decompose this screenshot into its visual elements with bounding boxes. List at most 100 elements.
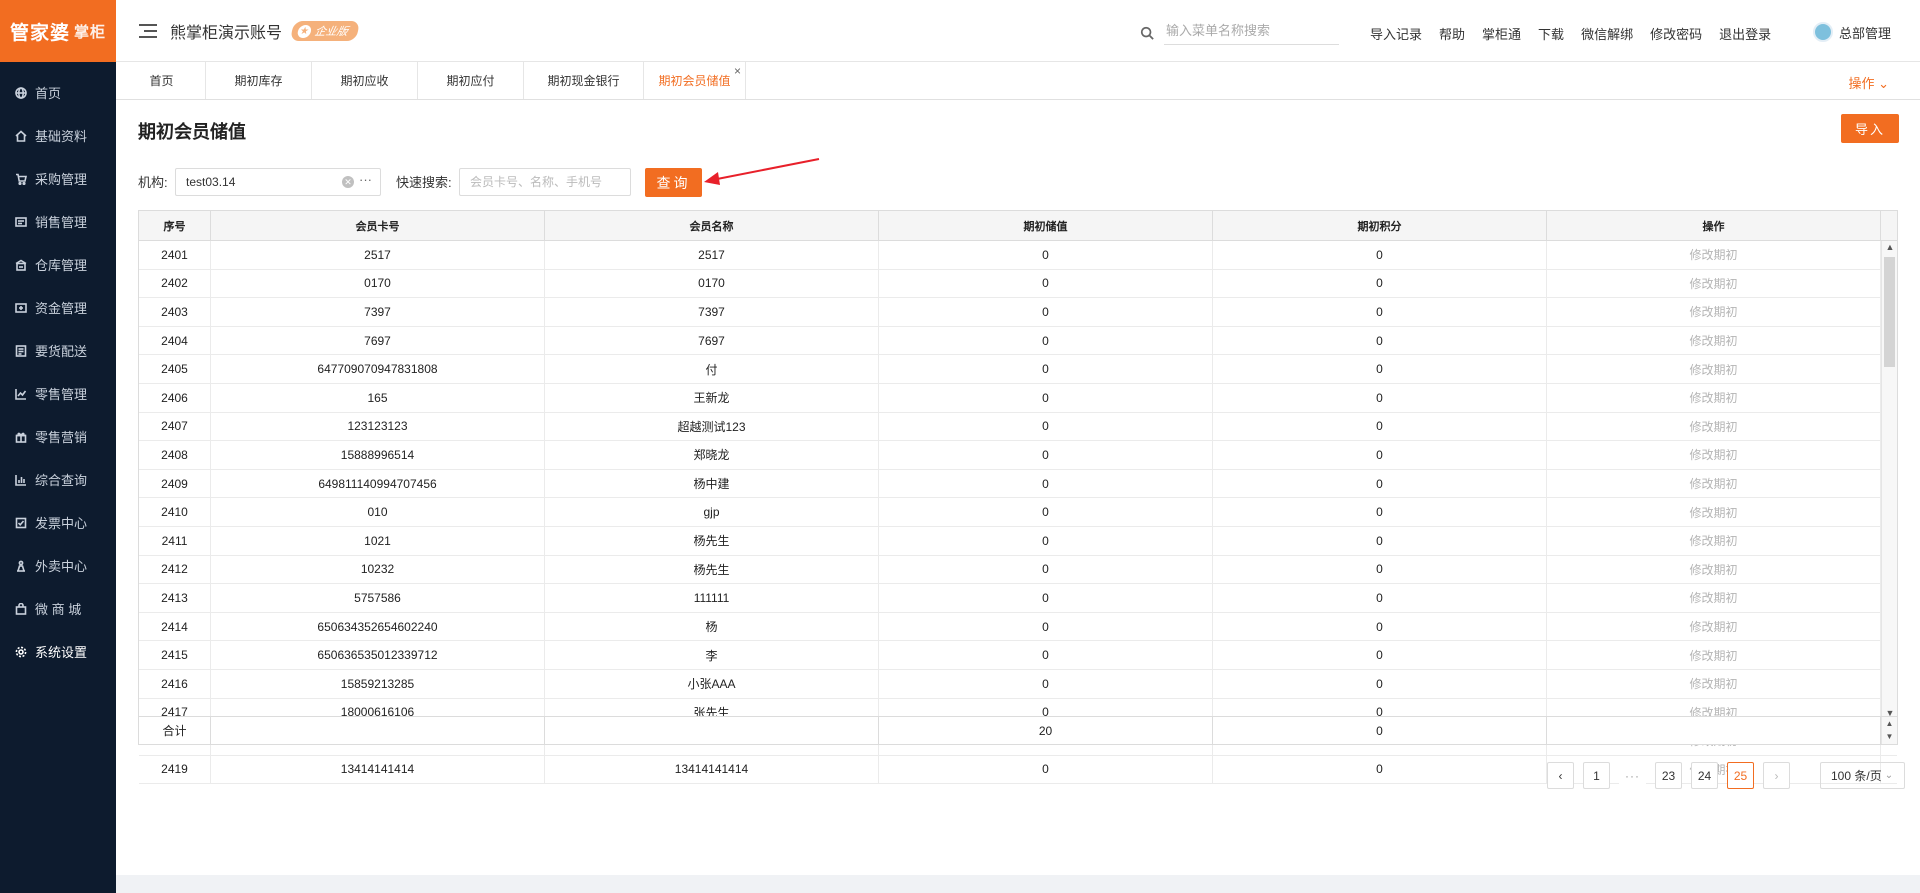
close-icon[interactable]: × xyxy=(734,65,741,77)
edit-opening-link[interactable]: 修改期初 xyxy=(1547,469,1881,498)
cell-index: 2414 xyxy=(139,612,211,641)
sidebar-item-query[interactable]: 综合查询 xyxy=(0,458,116,501)
help-link[interactable]: 帮助 xyxy=(1439,24,1465,43)
zhangguitong-link[interactable]: 掌柜通 xyxy=(1482,24,1521,43)
edit-opening-link[interactable]: 修改期初 xyxy=(1547,355,1881,383)
page-button[interactable]: 1 xyxy=(1583,762,1610,789)
edit-opening-link[interactable]: 修改期初 xyxy=(1547,298,1881,326)
cell-opening-points: 0 xyxy=(1213,441,1547,469)
data-table: 序号 会员卡号 会员名称 期初储值 期初积分 操作 2401 2517 2517 0 0 修改期初 2… xyxy=(138,210,1898,785)
page-size-value: 100 条/页 xyxy=(1831,769,1882,783)
gift-icon xyxy=(15,432,27,443)
logo: 管家婆 掌柜 xyxy=(0,0,116,62)
page-button[interactable]: 25 xyxy=(1727,762,1754,789)
table-row: 2413 5757586 111111 0 0 修改期初 xyxy=(139,584,1897,613)
logout-link[interactable]: 退出登录 xyxy=(1719,24,1771,43)
scroll-up-icon[interactable]: ▲ xyxy=(1882,242,1898,252)
sidebar-item-retail[interactable]: 零售管理 xyxy=(0,372,116,415)
edit-opening-link[interactable]: 修改期初 xyxy=(1547,269,1881,298)
menu-search-input[interactable] xyxy=(1164,21,1339,45)
query-button[interactable]: 查询 xyxy=(645,168,702,197)
wechat-unbind-link[interactable]: 微信解绑 xyxy=(1581,24,1633,43)
cell-card-no: 650634352654602240 xyxy=(211,612,545,641)
edit-opening-link[interactable]: 修改期初 xyxy=(1547,612,1881,641)
edit-opening-link[interactable]: 修改期初 xyxy=(1547,669,1881,698)
tab-label: 期初应收 xyxy=(340,74,389,88)
table-header: 序号 会员卡号 会员名称 期初储值 期初积分 操作 xyxy=(139,211,1897,241)
shop-icon xyxy=(15,602,27,615)
cell-member-name: 付 xyxy=(545,355,879,383)
tab-opening-receivable[interactable]: 期初应收 xyxy=(312,62,418,99)
sidebar-item-purchase[interactable]: 采购管理 xyxy=(0,157,116,200)
org-selector[interactable]: test03.14 ✕ ··· xyxy=(175,168,381,196)
page-button[interactable]: 23 xyxy=(1655,762,1682,789)
scrollbar-thumb[interactable] xyxy=(1884,257,1895,367)
tab-label: 期初现金银行 xyxy=(547,74,620,88)
column-header-card-no: 会员卡号 xyxy=(211,211,545,240)
sidebar-item-warehouse[interactable]: 仓库管理 xyxy=(0,243,116,286)
download-link[interactable]: 下载 xyxy=(1538,24,1564,43)
search-icon xyxy=(1140,26,1154,40)
cell-index: 2419 xyxy=(139,755,211,784)
edit-opening-link[interactable]: 修改期初 xyxy=(1547,526,1881,555)
edit-opening-link[interactable]: 修改期初 xyxy=(1547,584,1881,612)
tab-label: 首页 xyxy=(149,74,174,88)
change-password-link[interactable]: 修改密码 xyxy=(1650,24,1702,43)
tab-opening-stock[interactable]: 期初库存 xyxy=(206,62,312,99)
sidebar-item-mall[interactable]: 微 商 城 xyxy=(0,587,116,630)
org-value: test03.14 xyxy=(186,175,236,189)
edit-opening-link[interactable]: 修改期初 xyxy=(1547,241,1881,269)
edit-opening-link[interactable]: 修改期初 xyxy=(1547,498,1881,526)
user-menu[interactable]: 总部管理 xyxy=(1813,22,1891,42)
page-button[interactable]: 24 xyxy=(1691,762,1718,789)
edit-opening-link[interactable]: 修改期初 xyxy=(1547,326,1881,355)
table-body: 2401 2517 2517 0 0 修改期初 2402 0170 0170 0 0 修改期初 2403… xyxy=(139,241,1897,786)
sidebar-item-settings[interactable]: 系统设置 xyxy=(0,630,116,673)
tab-operations-button[interactable]: 操作 ⌄ xyxy=(1848,73,1889,92)
cell-card-no: 10232 xyxy=(211,555,545,584)
edit-opening-link[interactable]: 修改期初 xyxy=(1547,412,1881,441)
import-button[interactable]: 导入 xyxy=(1841,114,1899,143)
page-size-select[interactable]: 100 条/页 ⌄ xyxy=(1820,762,1905,789)
sidebar-item-takeout[interactable]: 外卖中心 xyxy=(0,544,116,587)
cell-opening-points: 0 xyxy=(1213,469,1547,498)
edit-opening-link[interactable]: 修改期初 xyxy=(1547,383,1881,412)
sidebar-item-label: 外卖中心 xyxy=(35,559,88,574)
edit-opening-link[interactable]: 修改期初 xyxy=(1547,441,1881,469)
cell-opening-points: 0 xyxy=(1213,355,1547,383)
prev-page-button[interactable]: ‹ xyxy=(1547,762,1574,789)
table-scrollbar[interactable]: ▲ ▼ xyxy=(1881,241,1897,719)
tab-opening-payable[interactable]: 期初应付 xyxy=(418,62,524,99)
more-icon[interactable]: ··· xyxy=(359,172,372,187)
cell-member-name: 王新龙 xyxy=(545,383,879,412)
total-opening-balance: 20 xyxy=(879,717,1213,744)
table-row: 2414 650634352654602240 杨 0 0 修改期初 xyxy=(139,612,1897,642)
cell-opening-balance: 0 xyxy=(879,241,1213,269)
cell-card-no: 15859213285 xyxy=(211,669,545,698)
edit-opening-link[interactable]: 修改期初 xyxy=(1547,555,1881,584)
sidebar-item-sales[interactable]: 销售管理 xyxy=(0,200,116,243)
menu-toggle-icon[interactable] xyxy=(139,23,157,38)
table-row: 2415 650636535012339712 李 0 0 修改期初 xyxy=(139,641,1897,670)
sidebar-item-home[interactable]: 首页 xyxy=(0,71,116,114)
tab-home[interactable]: 首页 xyxy=(118,62,206,99)
tab-opening-member-balance[interactable]: 期初会员储值 × xyxy=(644,62,746,99)
import-records-link[interactable]: 导入记录 xyxy=(1370,24,1422,43)
sidebar-item-basic[interactable]: 基础资料 xyxy=(0,114,116,157)
sidebar-item-marketing[interactable]: 零售营销 xyxy=(0,415,116,458)
cell-member-name: 13414141414 xyxy=(545,755,879,784)
sidebar-item-distribution[interactable]: 要货配送 xyxy=(0,329,116,372)
cell-opening-balance: 0 xyxy=(879,669,1213,698)
gear-icon xyxy=(15,646,27,657)
next-page-button[interactable]: › xyxy=(1763,762,1790,789)
footer-scrollbar[interactable]: ▲ ▼ xyxy=(1881,717,1897,744)
cell-card-no: 1021 xyxy=(211,526,545,555)
quick-search-input[interactable] xyxy=(459,168,631,196)
edit-opening-link[interactable]: 修改期初 xyxy=(1547,641,1881,669)
tab-opening-cash-bank[interactable]: 期初现金银行 xyxy=(524,62,644,99)
sidebar-item-funds[interactable]: 资金管理 xyxy=(0,286,116,329)
list-icon xyxy=(15,344,27,357)
clear-icon[interactable]: ✕ xyxy=(342,176,354,188)
cell-index: 2401 xyxy=(139,241,211,269)
sidebar-item-invoice[interactable]: 发票中心 xyxy=(0,501,116,544)
